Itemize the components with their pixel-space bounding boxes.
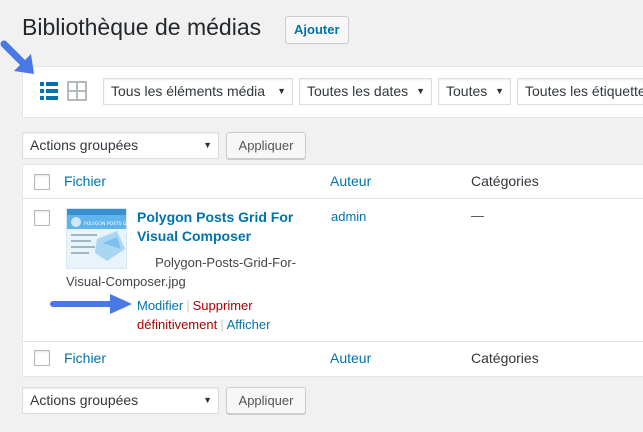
apply-button-bottom[interactable]: Appliquer	[226, 387, 306, 414]
column-file[interactable]: Fichier	[64, 173, 106, 189]
column-author[interactable]: Auteur	[330, 173, 371, 189]
header-divider	[22, 198, 643, 199]
media-type-filter[interactable]: Tous les éléments média ▼	[103, 78, 293, 105]
footer-divider	[22, 341, 643, 342]
add-new-button[interactable]: Ajouter	[285, 16, 349, 44]
media-filename: Polygon-Posts-Grid-For- Visual-Composer.…	[66, 253, 296, 291]
view-link[interactable]: Afficher	[227, 317, 271, 332]
column-file-bottom[interactable]: Fichier	[64, 350, 106, 366]
all-filter[interactable]: Toutes ▼	[438, 78, 511, 105]
media-title-line1: Polygon Posts Grid For	[137, 209, 294, 225]
thumbnail-banner: POLYGON POSTS G	[84, 221, 127, 227]
all-filter-value: Toutes	[446, 83, 488, 99]
bulk-actions-value-bottom: Actions groupées	[30, 392, 139, 408]
delete-permanently-link-cont[interactable]: définitivement	[137, 317, 217, 332]
row-checkbox[interactable]	[34, 210, 50, 226]
filename-line2: Visual-Composer.jpg	[66, 274, 186, 289]
list-view-icon[interactable]	[40, 81, 58, 101]
apply-button-top[interactable]: Appliquer	[226, 132, 306, 159]
arrow-annotation-icon	[50, 294, 132, 314]
arrow-annotation-icon	[0, 40, 34, 74]
column-author-bottom[interactable]: Auteur	[330, 350, 371, 366]
delete-permanently-link[interactable]: Supprimer	[193, 298, 253, 313]
tags-filter[interactable]: Toutes les étiquettes	[517, 78, 643, 105]
column-categories: Catégories	[471, 173, 539, 189]
action-separator: |	[220, 317, 224, 332]
filename-line1: Polygon-Posts-Grid-For-	[155, 255, 296, 270]
media-title-line2: Visual Composer	[137, 228, 252, 244]
author-link[interactable]: admin	[331, 209, 366, 224]
edit-link[interactable]: Modifier	[137, 298, 183, 313]
chevron-down-icon: ▼	[416, 86, 425, 96]
media-type-filter-value: Tous les éléments média	[111, 83, 266, 99]
tags-filter-value: Toutes les étiquettes	[525, 83, 643, 99]
bulk-actions-select-top[interactable]: Actions groupées ▼	[22, 132, 219, 159]
media-title-link[interactable]: Polygon Posts Grid For Visual Composer	[137, 208, 312, 246]
date-filter[interactable]: Toutes les dates ▼	[299, 78, 432, 105]
bulk-actions-select-bottom[interactable]: Actions groupées ▼	[22, 387, 219, 414]
chevron-down-icon: ▼	[277, 86, 286, 96]
action-separator: |	[186, 298, 190, 313]
chevron-down-icon: ▼	[203, 395, 212, 405]
column-categories-bottom: Catégories	[471, 350, 539, 366]
chevron-down-icon: ▼	[495, 86, 504, 96]
bulk-actions-value: Actions groupées	[30, 137, 139, 153]
chevron-down-icon: ▼	[203, 140, 212, 150]
date-filter-value: Toutes les dates	[307, 83, 409, 99]
categories-value: —	[471, 208, 484, 223]
row-actions: Modifier | Supprimer définitivement | Affich…	[137, 296, 307, 334]
select-all-checkbox-bottom[interactable]	[34, 350, 50, 366]
select-all-checkbox[interactable]	[34, 174, 50, 190]
page-title: Bibliothèque de médias	[22, 14, 262, 40]
grid-view-icon[interactable]	[67, 81, 87, 101]
